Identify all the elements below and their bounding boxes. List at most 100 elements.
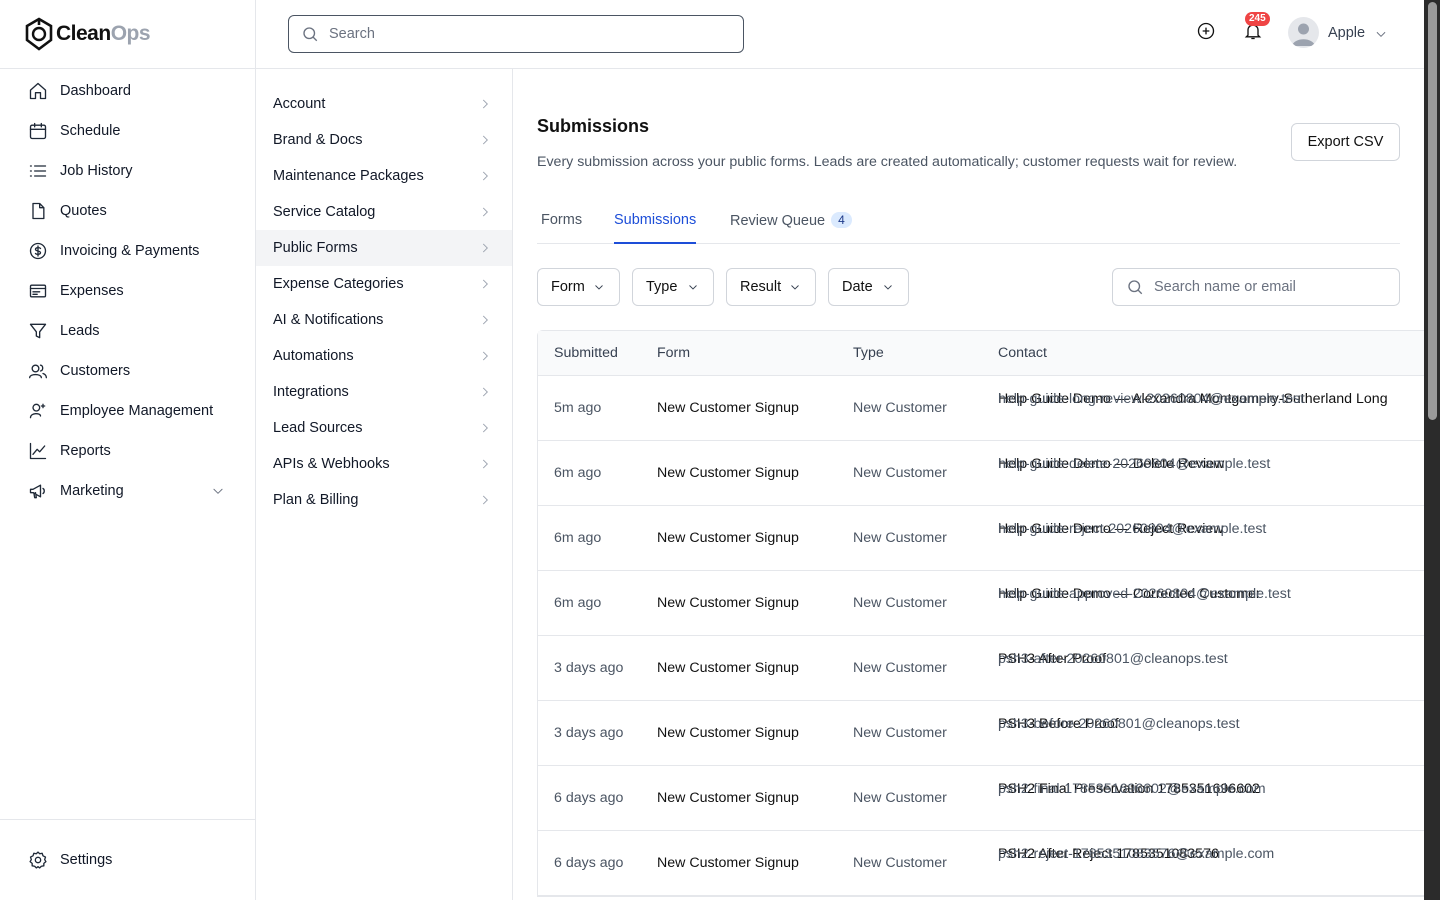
document-icon bbox=[32, 202, 45, 220]
table-row[interactable]: 6 days ago New Customer Signup New Custome… bbox=[538, 766, 1424, 831]
contact-email: psh3-before-20260801@cleanops.test bbox=[998, 716, 1240, 732]
subnav-item[interactable]: Integrations bbox=[256, 374, 512, 410]
table-row[interactable]: 5m ago New Customer Signup New Customer Hel… bbox=[538, 376, 1424, 441]
review-count-badge: 4 bbox=[831, 212, 852, 228]
filter-label: Date bbox=[842, 279, 873, 295]
subnav-item[interactable]: Automations bbox=[256, 338, 512, 374]
header-type[interactable]: Type bbox=[853, 345, 884, 361]
contact-email: psh2-final-1785351696602@example.com bbox=[998, 781, 1266, 797]
chevron-right-icon bbox=[482, 459, 488, 469]
chevron-down-icon bbox=[689, 285, 697, 290]
scrollbar-thumb[interactable] bbox=[1428, 2, 1437, 420]
chevron-down-icon[interactable] bbox=[211, 484, 225, 498]
table-row[interactable]: 6m ago New Customer Signup New Customer Hel… bbox=[538, 571, 1424, 636]
chevron-down-icon bbox=[791, 285, 799, 290]
nav-label: Dashboard bbox=[60, 83, 131, 99]
subnav-item-label: Lead Sources bbox=[273, 420, 363, 436]
table-row[interactable]: 6m ago New Customer Signup New Customer Hel… bbox=[538, 506, 1424, 571]
tabs: Forms Submissions Review Queue 4 bbox=[537, 197, 1400, 244]
settings-subnav: Account Brand & Docs Maintenance Packages S… bbox=[256, 69, 513, 900]
cell-submitted: 6m ago bbox=[554, 595, 602, 611]
cell-form: New Customer Signup bbox=[657, 530, 799, 546]
brand-name: CleanOps bbox=[56, 22, 151, 45]
nav-leads[interactable]: Leads bbox=[0, 311, 255, 351]
table-row[interactable]: 6m ago New Customer Signup New Customer Hel… bbox=[538, 441, 1424, 506]
gear-icon bbox=[29, 851, 47, 869]
nav-marketing[interactable]: Marketing bbox=[0, 471, 255, 511]
nav-label: Settings bbox=[60, 852, 113, 868]
chevron-down-icon[interactable] bbox=[1374, 27, 1388, 41]
subnav-item-label: Public Forms bbox=[273, 240, 358, 256]
nav-label: Customers bbox=[60, 363, 131, 379]
filter-type[interactable]: Type bbox=[632, 268, 714, 306]
nav-invoicing[interactable]: Invoicing & Payments bbox=[0, 231, 255, 271]
tab-review-queue[interactable]: Review Queue 4 bbox=[730, 212, 852, 244]
subnav-item[interactable]: AI & Notifications bbox=[256, 302, 512, 338]
filter-form[interactable]: Form bbox=[537, 268, 620, 306]
filter-label: Form bbox=[551, 279, 585, 295]
subnav-item[interactable]: Account bbox=[256, 86, 512, 122]
header-submitted[interactable]: Submitted bbox=[554, 345, 618, 361]
subnav-item[interactable]: Brand & Docs bbox=[256, 122, 512, 158]
chevron-down-icon bbox=[595, 285, 603, 290]
nav-customers[interactable]: Customers bbox=[0, 351, 255, 391]
filter-result[interactable]: Result bbox=[726, 268, 816, 306]
table-row[interactable]: 3 days ago New Customer Signup New Custome… bbox=[538, 636, 1424, 701]
subnav-item-label: Maintenance Packages bbox=[273, 168, 424, 184]
tab-submissions[interactable]: Submissions bbox=[614, 212, 697, 244]
global-search-input[interactable] bbox=[329, 26, 729, 42]
cell-form: New Customer Signup bbox=[657, 400, 799, 416]
submissions-table: Submitted Form Type Contact 5m ago New Cu… bbox=[537, 330, 1424, 897]
header-contact[interactable]: Contact bbox=[998, 345, 1047, 361]
subnav-item[interactable]: Expense Categories bbox=[256, 266, 512, 302]
cell-form: New Customer Signup bbox=[657, 595, 799, 611]
cell-submitted: 5m ago bbox=[554, 400, 602, 416]
submission-search-input[interactable] bbox=[1154, 279, 1384, 295]
table-body: 5m ago New Customer Signup New Customer Hel… bbox=[538, 376, 1424, 896]
subnav-item[interactable]: Plan & Billing bbox=[256, 482, 512, 518]
global-search[interactable] bbox=[288, 15, 744, 53]
subnav-item-label: Service Catalog bbox=[273, 204, 376, 220]
chevron-right-icon bbox=[482, 351, 488, 361]
filter-date[interactable]: Date bbox=[828, 268, 909, 306]
table-header: Submitted Form Type Contact bbox=[538, 331, 1424, 376]
notification-badge: 245 bbox=[1245, 12, 1270, 26]
subnav-item[interactable]: Service Catalog bbox=[256, 194, 512, 230]
megaphone-icon bbox=[29, 484, 45, 499]
top-bar: 245 Apple bbox=[256, 0, 1424, 69]
logo[interactable]: CleanOps bbox=[0, 0, 255, 69]
nav-settings[interactable]: Settings bbox=[0, 840, 112, 880]
cell-form: New Customer Signup bbox=[657, 725, 799, 741]
subnav-item[interactable]: Lead Sources bbox=[256, 410, 512, 446]
cell-form: New Customer Signup bbox=[657, 465, 799, 481]
export-csv-button[interactable]: Export CSV bbox=[1291, 123, 1400, 161]
user-name[interactable]: Apple bbox=[1328, 25, 1365, 41]
main-content: Submissions Every submission across your… bbox=[513, 69, 1424, 900]
nav-job-history[interactable]: Job History bbox=[0, 151, 255, 191]
nav-employee-management[interactable]: Employee Management bbox=[0, 391, 255, 431]
create-button[interactable] bbox=[1196, 21, 1216, 41]
chevron-right-icon bbox=[482, 279, 488, 289]
nav-schedule[interactable]: Schedule bbox=[0, 111, 255, 151]
cell-submitted: 3 days ago bbox=[554, 725, 624, 741]
table-row[interactable]: 6 days ago New Customer Signup New Custome… bbox=[538, 831, 1424, 896]
cell-type: New Customer bbox=[853, 530, 947, 546]
filter-label: Result bbox=[740, 279, 782, 295]
nav-expenses[interactable]: Expenses bbox=[0, 271, 255, 311]
cell-submitted: 6m ago bbox=[554, 465, 602, 481]
nav-dashboard[interactable]: Dashboard bbox=[0, 71, 255, 111]
nav-label: Quotes bbox=[60, 203, 107, 219]
tab-forms[interactable]: Forms bbox=[541, 212, 582, 244]
search-icon bbox=[303, 27, 318, 42]
cell-submitted: 6m ago bbox=[554, 530, 602, 546]
nav-reports[interactable]: Reports bbox=[0, 431, 255, 471]
table-row[interactable]: 3 days ago New Customer Signup New Custome… bbox=[538, 701, 1424, 766]
nav-quotes[interactable]: Quotes bbox=[0, 191, 255, 231]
subnav-item[interactable]: Public Forms bbox=[256, 230, 512, 266]
submission-search[interactable] bbox=[1112, 268, 1400, 306]
subnav-item[interactable]: APIs & Webhooks bbox=[256, 446, 512, 482]
cell-form: New Customer Signup bbox=[657, 855, 799, 871]
avatar[interactable] bbox=[1288, 17, 1319, 48]
header-form[interactable]: Form bbox=[657, 345, 690, 361]
subnav-item[interactable]: Maintenance Packages bbox=[256, 158, 512, 194]
